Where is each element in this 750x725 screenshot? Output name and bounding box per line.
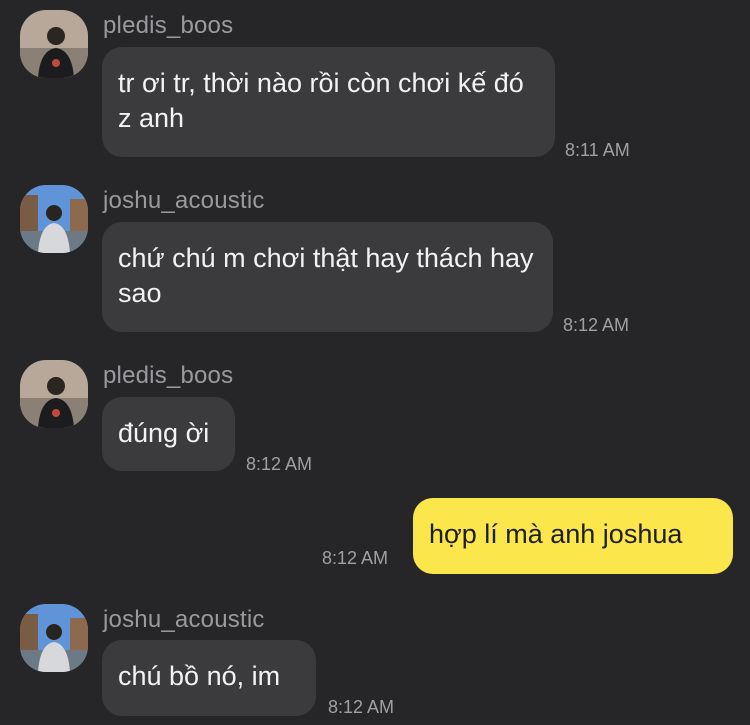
message-bubble[interactable]: tr ơi tr, thời nào rồi còn chơi kế đó z … bbox=[102, 47, 555, 157]
avatar[interactable] bbox=[20, 185, 88, 253]
sender-name[interactable]: joshu_acoustic bbox=[103, 606, 265, 634]
sender-name[interactable]: pledis_boos bbox=[103, 12, 233, 40]
message-timestamp: 8:12 AM bbox=[328, 697, 395, 717]
message-bubble[interactable]: hợp lí mà anh joshua bbox=[413, 498, 733, 574]
avatar[interactable] bbox=[20, 10, 88, 78]
sender-name[interactable]: pledis_boos bbox=[103, 362, 233, 390]
avatar[interactable] bbox=[20, 604, 88, 672]
message-bubble[interactable]: chú bồ nó, im bbox=[102, 640, 316, 716]
sender-name[interactable]: joshu_acoustic bbox=[103, 187, 265, 215]
message-timestamp: 8:12 AM bbox=[246, 454, 313, 474]
message-timestamp: 8:11 AM bbox=[565, 140, 630, 160]
message-bubble[interactable]: chứ chú m chơi thật hay thách hay sao bbox=[102, 222, 553, 332]
message-bubble[interactable]: đúng ời bbox=[102, 397, 235, 471]
message-timestamp: 8:12 AM bbox=[563, 315, 630, 335]
message-timestamp: 8:12 AM bbox=[322, 548, 389, 568]
avatar[interactable] bbox=[20, 360, 88, 428]
